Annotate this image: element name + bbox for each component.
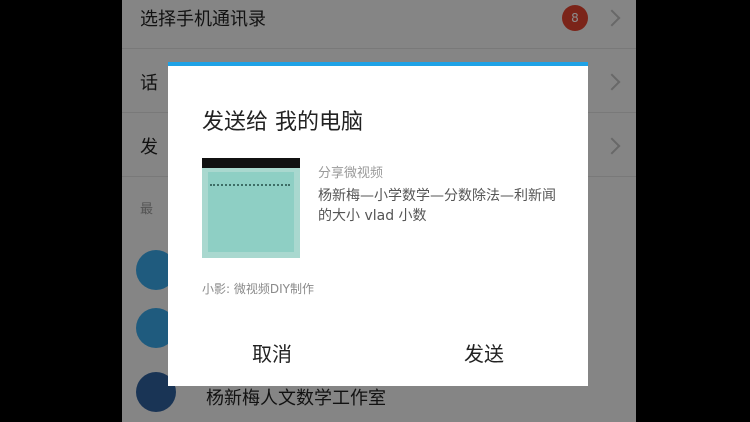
send-dialog: 发送给 我的电脑 分享微视频 杨新梅—小学数学—分数除法—利新闻的大小 vlad… xyxy=(168,62,588,386)
share-description: 杨新梅—小学数学—分数除法—利新闻的大小 vlad 小数 xyxy=(318,188,556,224)
share-label: 分享微视频 xyxy=(318,166,384,181)
source-label: 小影: 微视频DIY制作 xyxy=(202,282,314,296)
send-button[interactable]: 发送 xyxy=(424,338,544,367)
video-thumbnail xyxy=(202,158,300,258)
dialog-title: 发送给 我的电脑 xyxy=(202,110,363,135)
cancel-button[interactable]: 取消 xyxy=(212,338,332,367)
